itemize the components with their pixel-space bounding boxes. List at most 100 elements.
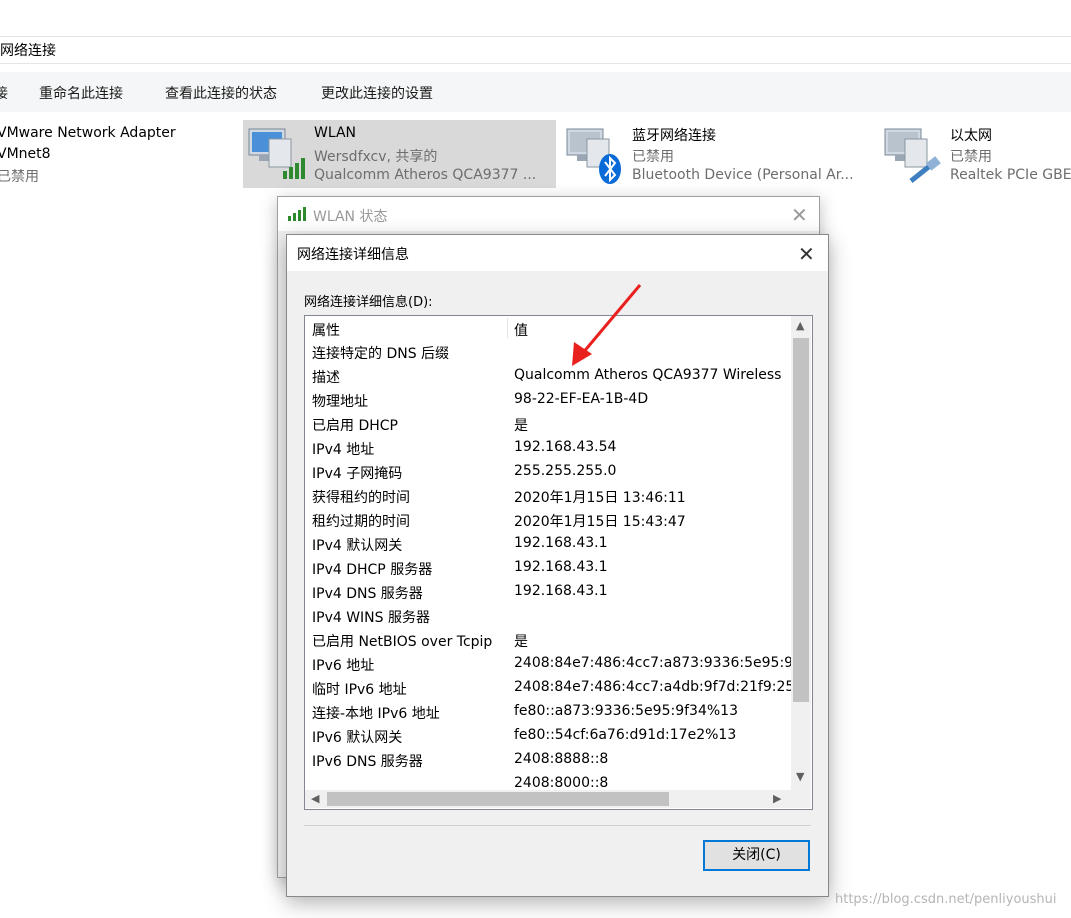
wlan-status-title: WLAN 状态 [313, 209, 388, 225]
row-value: 2020年1月15日 15:43:47 [514, 514, 686, 530]
table-row[interactable]: IPv6 地址 2408:84e7:486:4cc7:a873:9336:5e95… [305, 652, 791, 676]
connection-device: Qualcomm Atheros QCA9377 ... [314, 167, 537, 183]
row-key: 租约过期的时间 [312, 514, 410, 530]
table-row[interactable]: 描述 Qualcomm Atheros QCA9377 Wireless [305, 364, 791, 388]
table-row[interactable]: 连接-本地 IPv6 地址 fe80::a873:9336:5e95:9f34%1… [305, 700, 791, 724]
row-key: IPv4 地址 [312, 442, 375, 458]
table-row[interactable]: IPv6 默认网关 fe80::54cf:6a76:d91d:17e2%13 [305, 724, 791, 748]
address-bar[interactable]: 网络连接 [0, 37, 1071, 64]
view-status-command[interactable]: 查看此连接的状态 [165, 83, 277, 103]
row-key: IPv4 WINS 服务器 [312, 610, 430, 626]
row-value: 2408:8000::8 [514, 775, 609, 790]
vertical-scrollbar[interactable]: ▲ ▼ [791, 316, 811, 790]
row-key: 临时 IPv6 地址 [312, 682, 407, 698]
row-value: 是 [514, 418, 528, 434]
connection-device: Realtek PCIe GBE [950, 167, 1071, 183]
connection-ethernet[interactable]: 以太网 已禁用 Realtek PCIe GBE [883, 120, 1071, 188]
close-icon[interactable]: ✕ [798, 244, 815, 264]
change-settings-command[interactable]: 更改此连接的设置 [321, 83, 433, 103]
watermark: https://blog.csdn.net/penliyoushui [835, 892, 1057, 907]
list-header: 属性 值 [305, 316, 791, 340]
row-key: 已启用 NetBIOS over Tcpip [312, 634, 493, 650]
row-key: 物理地址 [312, 394, 368, 410]
row-value: 255.255.255.0 [514, 463, 617, 479]
window-top-bar [0, 0, 1071, 37]
horizontal-scroll-thumb[interactable] [327, 792, 669, 806]
table-row[interactable]: 获得租约的时间 2020年1月15日 13:46:11 [305, 484, 791, 508]
row-key: IPv4 DHCP 服务器 [312, 562, 433, 578]
connection-wlan[interactable]: WLAN Wersdfxcv, 共享的 Qualcomm Atheros QCA… [243, 120, 556, 188]
row-value: 98-22-EF-EA-1B-4D [514, 391, 649, 407]
row-key: 获得租约的时间 [312, 490, 410, 506]
column-header-property[interactable]: 属性 [312, 320, 340, 340]
bluetooth-icon [566, 128, 621, 184]
row-value: fe80::a873:9336:5e95:9f34%13 [514, 703, 738, 719]
command-partial[interactable]: 接 [0, 83, 8, 103]
table-row[interactable]: IPv4 DHCP 服务器 192.168.43.1 [305, 556, 791, 580]
close-icon[interactable]: ✕ [791, 205, 808, 225]
dialog-divider [304, 825, 811, 826]
address-path: 网络连接 [0, 43, 56, 59]
row-key: IPv4 DNS 服务器 [312, 586, 423, 602]
row-key: IPv6 地址 [312, 658, 375, 674]
details-list-view[interactable]: 属性 值 连接特定的 DNS 后缀 描述 Qualcomm Atheros QCA… [304, 315, 813, 810]
column-header-value[interactable]: 值 [514, 320, 528, 340]
row-key: IPv4 子网掩码 [312, 466, 403, 482]
table-row[interactable]: 临时 IPv6 地址 2408:84e7:486:4cc7:a4db:9f7d:2… [305, 676, 791, 700]
wifi-signal-icon [288, 207, 306, 221]
table-row[interactable]: IPv4 地址 192.168.43.54 [305, 436, 791, 460]
row-key: IPv6 DNS 服务器 [312, 754, 423, 770]
table-row[interactable]: 已启用 NetBIOS over Tcpip 是 [305, 628, 791, 652]
table-row[interactable]: IPv4 WINS 服务器 [305, 604, 791, 628]
command-bar: 接 重命名此连接 查看此连接的状态 更改此连接的设置 [0, 72, 1071, 112]
table-row[interactable]: 物理地址 98-22-EF-EA-1B-4D [305, 388, 791, 412]
table-row[interactable]: IPv4 DNS 服务器 192.168.43.1 [305, 580, 791, 604]
connection-status: 已禁用 [0, 169, 39, 185]
row-key: 连接特定的 DNS 后缀 [312, 346, 450, 362]
row-key: IPv6 默认网关 [312, 730, 403, 746]
row-value: 2020年1月15日 13:46:11 [514, 490, 686, 506]
wlan-status-titlebar: WLAN 状态 ✕ [278, 197, 819, 231]
connection-name: 蓝牙网络连接 [632, 128, 716, 144]
list-rows: 连接特定的 DNS 后缀 描述 Qualcomm Atheros QCA9377 … [305, 340, 791, 790]
row-value: 是 [514, 634, 528, 650]
details-list-label: 网络连接详细信息(D): [304, 295, 433, 310]
table-row[interactable]: 已启用 DHCP 是 [305, 412, 791, 436]
connection-name: 以太网 [950, 128, 992, 144]
connection-vmware[interactable]: VMware Network Adapter VMnet8 已禁用 [0, 120, 227, 188]
details-titlebar: 网络连接详细信息 ✕ [287, 235, 828, 271]
connection-bluetooth[interactable]: 蓝牙网络连接 已禁用 Bluetooth Device (Personal Ar… [565, 120, 875, 188]
row-value: 2408:84e7:486:4cc7:a873:9336:5e95:9 [514, 655, 791, 671]
connection-device: Bluetooth Device (Personal Ar... [632, 167, 854, 183]
table-row[interactable]: IPv6 DNS 服务器 2408:8888::8 [305, 748, 791, 772]
table-row[interactable]: IPv4 子网掩码 255.255.255.0 [305, 460, 791, 484]
horizontal-scrollbar[interactable]: ◀ ▶ [305, 790, 791, 808]
table-row[interactable]: 租约过期的时间 2020年1月15日 15:43:47 [305, 508, 791, 532]
close-button[interactable]: 关闭(C) [703, 840, 810, 871]
table-row[interactable]: IPv4 默认网关 192.168.43.1 [305, 532, 791, 556]
row-value: 2408:84e7:486:4cc7:a4db:9f7d:21f9:25 [514, 679, 791, 695]
row-value: 192.168.43.1 [514, 559, 608, 575]
row-key: IPv4 默认网关 [312, 538, 403, 554]
row-value: 192.168.43.1 [514, 583, 608, 599]
row-value: 192.168.43.54 [514, 439, 617, 455]
column-separator[interactable] [507, 318, 508, 338]
table-row[interactable]: 连接特定的 DNS 后缀 [305, 340, 791, 364]
network-details-dialog: 网络连接详细信息 ✕ 网络连接详细信息(D): 属性 值 连接特定的 DNS 后… [286, 234, 829, 897]
details-title: 网络连接详细信息 [297, 247, 409, 263]
scroll-up-arrow-icon[interactable]: ▲ [796, 319, 804, 332]
scroll-right-arrow-icon[interactable]: ▶ [773, 792, 781, 805]
connection-status: 已禁用 [632, 149, 674, 165]
scroll-down-arrow-icon[interactable]: ▼ [796, 770, 804, 783]
connection-status: Wersdfxcv, 共享的 [314, 149, 438, 165]
connection-name: WLAN [314, 125, 357, 141]
row-key: 已启用 DHCP [312, 418, 398, 434]
row-value: 192.168.43.1 [514, 535, 608, 551]
row-key: 描述 [312, 370, 340, 386]
row-value: 2408:8888::8 [514, 751, 609, 767]
table-row[interactable]: 2408:8000::8 [305, 772, 791, 790]
scroll-left-arrow-icon[interactable]: ◀ [311, 792, 319, 805]
annotation-arrow-icon [572, 284, 642, 366]
rename-connection-command[interactable]: 重命名此连接 [39, 83, 123, 103]
vertical-scroll-thumb[interactable] [793, 338, 809, 702]
